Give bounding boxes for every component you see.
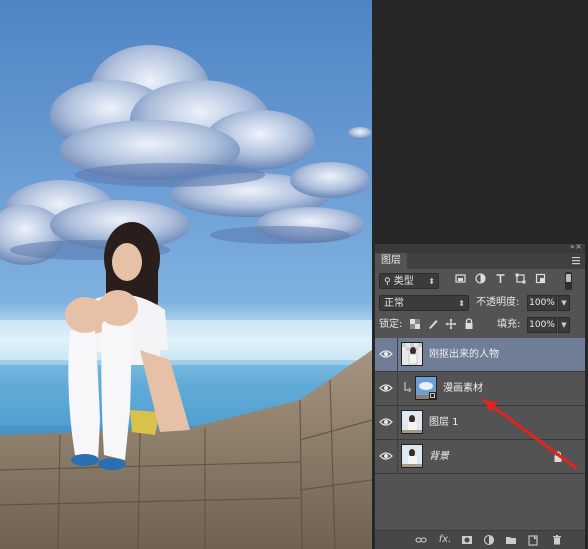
link-icon[interactable] [415,534,427,546]
layers-panel-footer: fx. [375,530,585,549]
group-folder-icon[interactable] [505,534,517,546]
panel-tab-bar: 图层 [375,253,585,269]
lock-all-icon[interactable] [463,318,475,330]
filter-kind-label: 类型 [393,276,414,287]
opacity-dropdown-button[interactable]: ▼ [558,295,570,311]
layer-name[interactable]: 背景 [429,440,449,473]
panel-menu-icon[interactable] [571,256,581,266]
layer-thumbnail[interactable] [415,376,437,400]
filter-shape-icon[interactable] [515,273,526,284]
layer-filter-row: ⚲ 类型 ⬍ [375,269,585,293]
search-icon: ⚲ [384,277,391,287]
layer-thumbnail[interactable] [401,444,423,468]
layer-name[interactable]: 刚抠出来的人物 [429,338,499,371]
eye-icon[interactable] [379,451,393,461]
filter-kind-select[interactable]: ⚲ 类型 ⬍ [379,273,439,289]
layer-name[interactable]: 图层 1 [429,406,459,439]
eye-icon[interactable] [379,349,393,359]
trash-icon[interactable] [551,534,563,546]
chevron-updown-icon: ⬍ [458,299,465,308]
filter-pixel-icon[interactable] [455,273,466,284]
fx-icon[interactable]: fx. [437,534,453,546]
mask-icon[interactable] [461,534,473,546]
opacity-field[interactable]: 100% [527,295,557,311]
collapse-arrows-icon[interactable]: » × [570,242,582,251]
layer-name[interactable]: 漫画素材 [443,372,483,405]
layer-row-background[interactable]: 背景 [375,440,585,474]
clipping-mask-arrow-icon [404,382,411,393]
layer-row-layer-1[interactable]: 图层 1 [375,406,585,440]
blend-mode-value: 正常 [384,298,404,309]
new-layer-icon[interactable] [527,534,539,546]
layers-list: 刚抠出来的人物 漫画素材 图层 1 背景 [375,338,585,528]
document-canvas[interactable] [0,0,372,549]
photoshop-window: » × 图层 ⚲ 类型 ⬍ 正常 ⬍ 不透明度: 100% ▼ 锁定: 填充: … [0,0,588,549]
panel-dock-strip[interactable]: » × [375,242,585,253]
eye-icon[interactable] [379,417,393,427]
adjustment-icon[interactable] [483,534,495,546]
layer-lock-icon [554,451,562,462]
opacity-label: 不透明度: [476,297,520,308]
lock-image-pixels-icon[interactable] [427,318,439,330]
fill-dropdown-button[interactable]: ▼ [558,317,570,333]
lock-transparent-pixels-icon[interactable] [409,318,421,330]
blend-opacity-row: 正常 ⬍ 不透明度: 100% ▼ [375,291,585,315]
layer-thumbnail[interactable] [401,410,423,434]
fill-label: 填充: [497,319,521,330]
canvas-image [0,0,372,549]
blend-mode-select[interactable]: 正常 ⬍ [379,295,469,311]
lock-position-icon[interactable] [445,318,457,330]
filter-type-icon[interactable] [495,273,506,284]
layer-row-comic-material[interactable]: 漫画素材 [375,372,585,406]
filter-smart-object-icon[interactable] [535,273,546,284]
layer-row-person-cutout[interactable]: 刚抠出来的人物 [375,338,585,372]
lock-label: 锁定: [379,319,403,330]
filter-toggle-switch[interactable] [565,272,572,290]
lock-fill-row: 锁定: 填充: 100% ▼ [375,314,585,338]
tab-layers[interactable]: 图层 [375,253,407,269]
layers-panel: » × 图层 ⚲ 类型 ⬍ 正常 ⬍ 不透明度: 100% ▼ 锁定: 填充: … [374,242,585,549]
fill-field[interactable]: 100% [527,317,557,333]
chevron-updown-icon: ⬍ [428,277,435,286]
filter-adjustment-icon[interactable] [475,273,486,284]
layer-thumbnail[interactable] [401,342,423,366]
eye-icon[interactable] [379,383,393,393]
